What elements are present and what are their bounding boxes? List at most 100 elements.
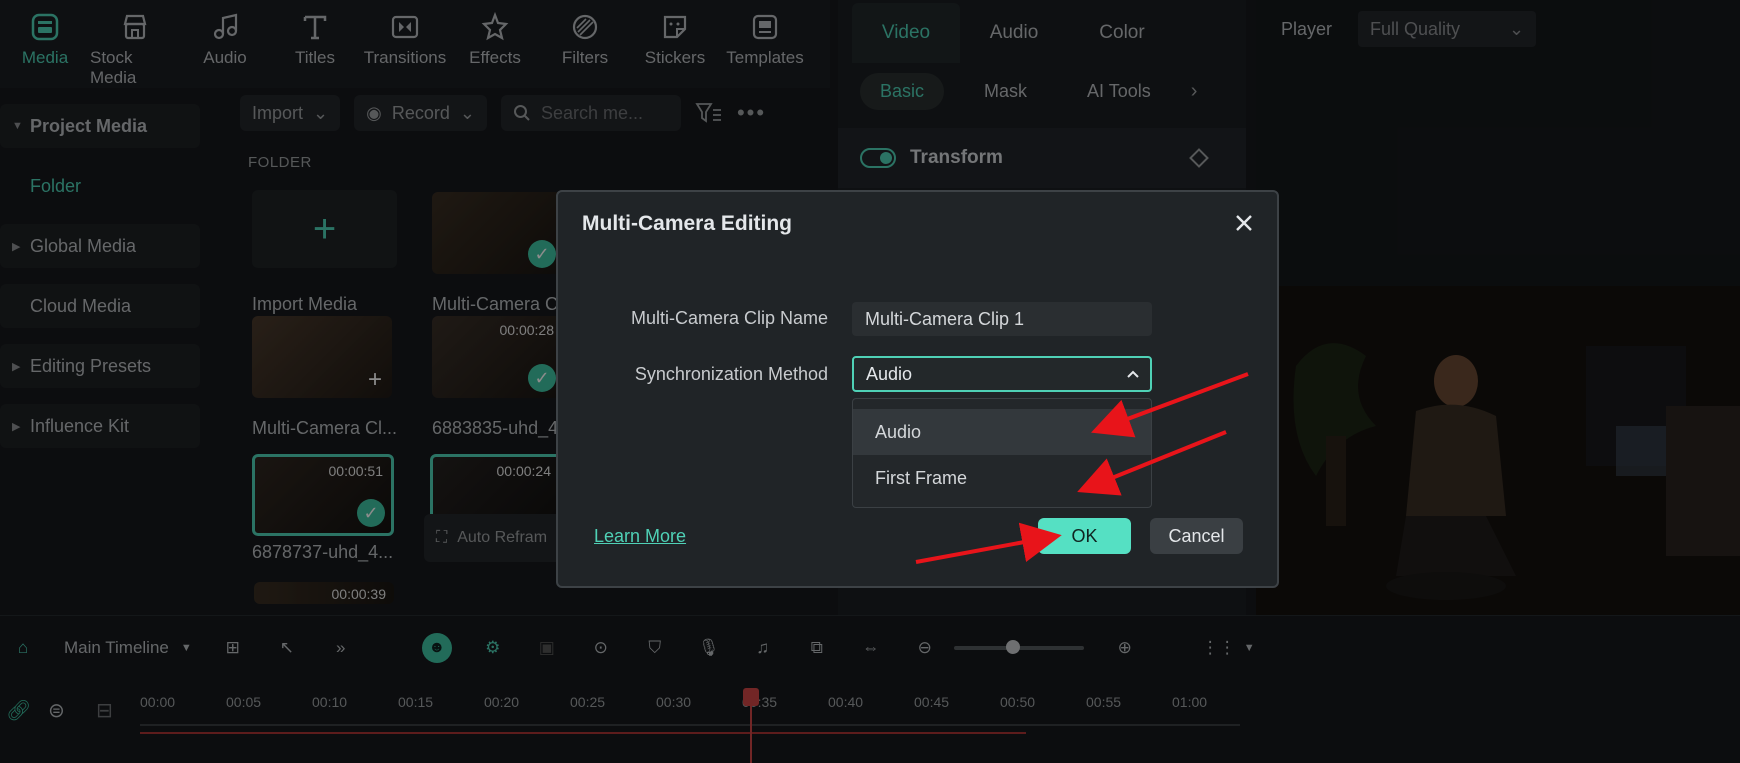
tab-stock-media-label: Stock Media [90, 48, 137, 87]
search-input[interactable]: Search me... [541, 103, 643, 124]
track-icon[interactable]: ⊟ [96, 698, 113, 723]
clip-duration: 00:00:24 [496, 463, 552, 479]
snap-icon[interactable]: ⚙ [480, 635, 506, 661]
chevron-right-icon[interactable]: › [1191, 80, 1198, 103]
tab-titles-label: Titles [295, 48, 335, 67]
clip-thumbnail[interactable]: 00:00:39 [254, 582, 394, 604]
sidebar-item-editing-presets[interactable]: ▶ Editing Presets [0, 344, 200, 388]
track-layout-icon[interactable]: ⋮⋮ [1202, 635, 1236, 661]
play-circle-icon[interactable]: ⊙ [588, 635, 614, 661]
player-header: Player Full Quality ⌄ [1256, 0, 1740, 58]
tick-label: 01:00 [1172, 694, 1208, 710]
multicam-icon[interactable]: ▣ [534, 635, 560, 661]
auto-reframe-button[interactable]: ⛶ Auto Refram [424, 514, 564, 562]
tab-audio[interactable]: Audio [180, 0, 270, 88]
tab-media[interactable]: Media [0, 0, 90, 88]
clip-name-input[interactable]: Multi-Camera Clip 1 [852, 302, 1152, 336]
clip-duration: 00:00:51 [328, 463, 384, 479]
tab-transitions[interactable]: Transitions [360, 0, 450, 88]
record-button[interactable]: ◉ Record ⌄ [354, 95, 487, 131]
filter-sort-icon[interactable] [695, 101, 723, 125]
sidebar-item-label: Cloud Media [30, 295, 132, 316]
plus-icon: + [312, 206, 337, 251]
audio-list-icon[interactable]: ♫ [750, 635, 776, 661]
preview-frame-image [1256, 286, 1740, 616]
import-button[interactable]: Import ⌄ [240, 95, 341, 131]
subtab-mask[interactable]: Mask [964, 73, 1047, 110]
subtab-basic[interactable]: Basic [860, 72, 945, 110]
sidebar-item-project-media[interactable]: ▼ Project Media [0, 104, 200, 148]
properties-subtabs: Basic Mask AI Tools › [838, 66, 1246, 116]
sidebar-item-folder[interactable]: Folder [0, 164, 200, 208]
tab-templates[interactable]: Templates [720, 0, 810, 88]
timeline-name[interactable]: Main Timeline [64, 638, 169, 658]
microphone-icon[interactable]: 🎙︎ [696, 635, 722, 661]
zoom-in-icon[interactable]: ⊕ [1112, 635, 1138, 661]
link-clip-icon[interactable]: ⊜ [48, 698, 65, 723]
transform-label: Transform [910, 147, 1003, 168]
option-audio[interactable]: Audio [853, 409, 1151, 455]
media-sidebar: ▼ Project Media Folder ▶ Global Media Clou… [0, 94, 205, 614]
fit-width-icon[interactable]: ⇔ [858, 635, 884, 661]
tab-audio-props[interactable]: Audio [960, 3, 1068, 63]
tab-stickers[interactable]: Stickers [630, 0, 720, 88]
transform-toggle[interactable] [860, 148, 896, 168]
sync-method-label: Synchronization Method [634, 364, 828, 384]
templates-icon [752, 14, 778, 40]
home-icon[interactable]: ⌂ [10, 635, 36, 661]
tab-titles[interactable]: Titles [270, 0, 360, 88]
clip-thumbnail[interactable]: ✓ [432, 192, 562, 274]
sidebar-item-influence-kit[interactable]: ▶ Influence Kit [0, 404, 200, 448]
tab-color[interactable]: Color [1068, 3, 1176, 63]
search-box[interactable]: Search me... [500, 95, 681, 131]
caret-down-icon[interactable]: ▼ [181, 642, 192, 654]
import-media-tile[interactable]: + [252, 190, 397, 268]
music-note-icon [213, 13, 238, 40]
tick-label: 00:45 [914, 694, 950, 710]
time-ruler[interactable]: 00:00 00:05 00:10 00:15 00:20 00:25 00:3… [140, 694, 1240, 734]
ai-copilot-icon[interactable]: ☻ [421, 633, 452, 663]
option-first-frame[interactable]: First Frame [853, 455, 1151, 501]
expand-icon[interactable]: » [328, 635, 354, 661]
sidebar-item-global-media[interactable]: ▶ Global Media [0, 224, 200, 268]
clip-thumbnail[interactable]: 00:00:51 ✓ [252, 454, 394, 536]
close-icon[interactable] [1231, 210, 1257, 236]
tick-label: 00:40 [828, 694, 864, 710]
zoom-slider-handle[interactable] [1005, 640, 1020, 654]
grid-icon[interactable]: ⊞ [220, 635, 246, 661]
sidebar-item-cloud-media[interactable]: Cloud Media [0, 284, 200, 328]
learn-more-link[interactable]: Learn More [594, 526, 686, 547]
caret-down-icon[interactable]: ▼ [1244, 642, 1255, 654]
select-cursor-icon[interactable]: ↖ [274, 635, 300, 661]
top-toolbar: Media Stock Media Audio Titles Transitio… [0, 0, 830, 88]
subtab-ai-tools[interactable]: AI Tools [1067, 73, 1171, 110]
zoom-slider[interactable] [953, 640, 1084, 654]
tab-effects[interactable]: Effects [450, 0, 540, 88]
plus-icon: + [367, 366, 382, 393]
cancel-button[interactable]: Cancel [1150, 518, 1243, 554]
preview-render-icon[interactable]: ⧉ [804, 635, 830, 661]
more-options-icon[interactable]: ••• [737, 100, 766, 126]
clip-duration: 00:00:28 [499, 322, 555, 338]
marker-icon[interactable]: ⛉ [642, 635, 668, 661]
ok-button[interactable]: OK [1038, 518, 1131, 554]
tab-video[interactable]: Video [852, 3, 960, 63]
caret-right-icon: ▶ [12, 360, 21, 373]
tab-filters[interactable]: Filters [540, 0, 630, 88]
clip-thumbnail[interactable]: 00:00:28 ✓ [432, 316, 562, 398]
sync-method-select[interactable]: Audio [852, 356, 1152, 392]
tick-label: 00:30 [656, 694, 692, 710]
quality-value: Full Quality [1370, 18, 1461, 39]
tick-label: 00:25 [570, 694, 606, 710]
sidebar-item-label: Editing Presets [30, 355, 152, 376]
clip-thumbnail[interactable]: + [252, 316, 392, 398]
playhead[interactable] [743, 688, 759, 763]
quality-select[interactable]: Full Quality ⌄ [1358, 11, 1537, 47]
clip-label: Multi-Camera Cl... [252, 418, 398, 438]
tab-filters-label: Filters [561, 48, 609, 67]
link-icon[interactable]: 🔗︎ [6, 698, 31, 723]
record-label: Record [391, 102, 450, 123]
zoom-out-icon[interactable]: ⊖ [912, 635, 938, 661]
tab-stock-media[interactable]: Stock Media [90, 0, 180, 88]
keyframe-diamond-icon[interactable] [1189, 148, 1209, 168]
